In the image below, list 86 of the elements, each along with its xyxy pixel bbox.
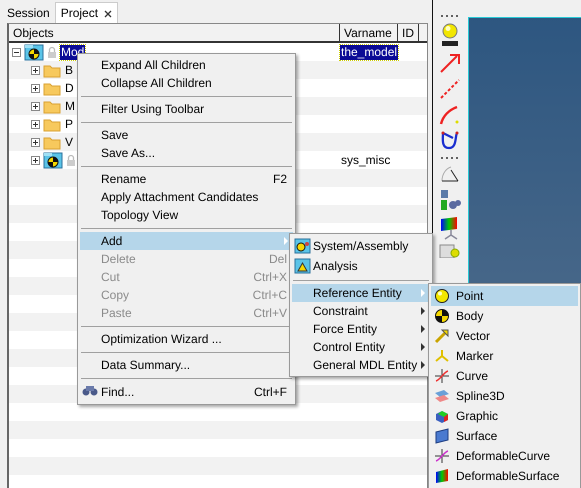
- menu-item[interactable]: DeformableCurve: [431, 446, 578, 466]
- menu-item[interactable]: Analysis: [292, 256, 430, 276]
- menu-item[interactable]: Add: [80, 232, 293, 250]
- menu-item[interactable]: Collapse All Children: [80, 74, 293, 92]
- tree-item[interactable]: V: [64, 134, 74, 150]
- submenu-arrow-icon: [284, 237, 288, 245]
- menu-item[interactable]: Optimization Wizard ...: [80, 330, 293, 348]
- expand-icon[interactable]: [31, 120, 40, 128]
- binoculars-icon: [82, 383, 98, 397]
- tree-item[interactable]: B: [64, 62, 74, 78]
- curve-icon: [434, 368, 450, 384]
- menu-item[interactable]: Vector: [431, 326, 578, 346]
- submenu-arrow-icon: [421, 325, 425, 333]
- menu-item[interactable]: Rename F2: [80, 170, 293, 188]
- menu-item[interactable]: Apply Attachment Candidates: [80, 188, 293, 206]
- menu-item[interactable]: Point: [431, 286, 578, 306]
- menu-item[interactable]: General MDL Entity: [292, 356, 430, 374]
- deformable-surface-icon: [434, 468, 450, 484]
- column-header[interactable]: Varname: [340, 24, 398, 41]
- expand-icon[interactable]: [31, 156, 40, 164]
- spline-tool-icon: [439, 130, 461, 152]
- column-header[interactable]: ID: [398, 24, 419, 41]
- submenu-arrow-icon: [421, 307, 425, 315]
- close-icon[interactable]: [104, 10, 112, 18]
- folder-icon: [43, 80, 61, 96]
- menu-item[interactable]: Topology View: [80, 206, 293, 224]
- menu-item[interactable]: Curve: [431, 366, 578, 386]
- menu-item[interactable]: Save As...: [80, 144, 293, 162]
- menu-item[interactable]: Surface: [431, 426, 578, 446]
- column-header[interactable]: Objects: [9, 24, 340, 41]
- menu-item[interactable]: Constraint: [292, 302, 430, 320]
- model-icon: [24, 44, 44, 60]
- deformable-curve-icon: [434, 448, 450, 464]
- table-gear-icon: [439, 244, 461, 258]
- menu-item[interactable]: Reference Entity: [292, 284, 430, 302]
- system-folder-icon: [294, 237, 311, 254]
- menu-item[interactable]: Filter Using Toolbar: [80, 100, 293, 118]
- menu-item[interactable]: Find... Ctrl+F: [80, 382, 293, 402]
- analysis-folder-icon: [294, 257, 311, 274]
- graphic-icon: [434, 408, 450, 424]
- menu-item[interactable]: DeformableSurface: [431, 466, 578, 486]
- parts-icon: [439, 188, 461, 212]
- menu-item[interactable]: Force Entity: [292, 320, 430, 338]
- menu-item[interactable]: Control Entity: [292, 338, 430, 356]
- menu-item[interactable]: Body: [431, 306, 578, 326]
- toolbar-grip: [440, 156, 460, 160]
- tree-item[interactable]: M: [64, 98, 76, 114]
- menu-item[interactable]: Marker: [431, 346, 578, 366]
- menu-item[interactable]: Data Summary...: [80, 356, 293, 374]
- expand-icon[interactable]: [31, 84, 40, 92]
- point-icon: [434, 288, 450, 304]
- menu-item[interactable]: System/Assembly: [292, 236, 430, 256]
- body-icon: [434, 308, 450, 324]
- folder-icon: [43, 116, 61, 132]
- expand-icon[interactable]: [31, 102, 40, 110]
- expand-icon[interactable]: [31, 138, 40, 146]
- tree-item[interactable]: D: [64, 80, 75, 96]
- spline-icon: [434, 388, 450, 404]
- folder-icon: [43, 98, 61, 114]
- submenu-arrow-icon: [421, 361, 425, 369]
- marker-icon: [434, 348, 450, 364]
- line-icon: [439, 78, 461, 100]
- folder-icon: [43, 134, 61, 150]
- arc-icon: [439, 104, 461, 126]
- surface-icon: [434, 428, 450, 444]
- menu-item[interactable]: Spline3D: [431, 386, 578, 406]
- point-tool-icon: [439, 22, 461, 48]
- menu-item[interactable]: Graphic: [431, 406, 578, 426]
- tree-item[interactable]: P: [64, 116, 74, 132]
- submenu-arrow-icon: [421, 289, 425, 297]
- folder-icon: [43, 62, 61, 78]
- vector-icon: [434, 328, 450, 344]
- tab[interactable]: Session: [2, 2, 55, 24]
- menu-item[interactable]: Save: [80, 126, 293, 144]
- angle-icon: [439, 164, 461, 184]
- collapse-icon[interactable]: [12, 48, 21, 56]
- tab[interactable]: Project: [54, 2, 118, 24]
- submenu-arrow-icon: [421, 343, 425, 351]
- lock-icon: [47, 46, 57, 58]
- expand-icon[interactable]: [31, 66, 40, 74]
- model-icon: [43, 152, 63, 168]
- toolbar-grip: [440, 14, 460, 18]
- table-cell: sys_misc: [340, 152, 392, 168]
- lock-icon: [66, 154, 76, 166]
- line-arrow-icon: [439, 52, 461, 74]
- table-cell: the_model: [340, 44, 398, 60]
